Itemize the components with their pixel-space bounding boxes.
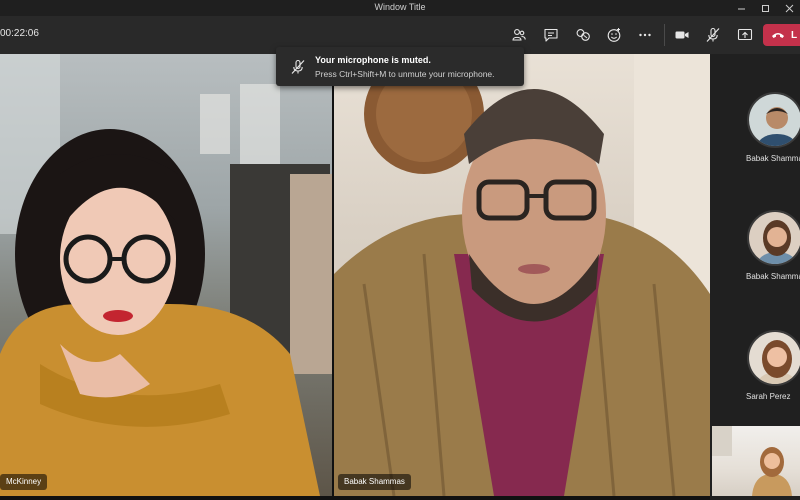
more-icon — [639, 33, 651, 37]
mute-notification: Your microphone is muted. Press Ctrl+Shi… — [276, 47, 524, 86]
self-video-preview — [712, 426, 792, 496]
phone-hangup-icon — [772, 33, 784, 38]
participant-name: Babak Shamma — [746, 272, 800, 281]
roster-participant[interactable]: Sarah Perez — [710, 330, 800, 410]
mic-off-icon — [706, 27, 720, 42]
participant-roster: Babak Shamma Babak Shamma Sarah Perez — [710, 54, 800, 500]
leave-label: L — [791, 29, 798, 41]
close-window-button[interactable] — [777, 0, 800, 16]
participant-name-tag: Babak Shammas — [338, 474, 411, 490]
reactions-icon — [607, 28, 621, 42]
camera-toggle-button[interactable] — [673, 26, 691, 44]
notification-message: Press Ctrl+Shift+M to unmute your microp… — [315, 69, 495, 79]
roster-participant[interactable]: Babak Shamma — [710, 92, 800, 172]
raise-hand-button[interactable] — [574, 26, 592, 44]
share-screen-icon — [737, 28, 753, 41]
avatar — [747, 210, 800, 266]
title-bar: Window Title — [0, 0, 800, 16]
video-tile-left[interactable]: McKinney — [0, 54, 332, 496]
leave-button[interactable]: L — [763, 24, 800, 46]
window-title: Window Title — [374, 2, 426, 12]
avatar — [747, 92, 800, 148]
participant-video-woman — [0, 54, 332, 496]
video-stage: McKinney Babak Shammas — [0, 54, 710, 500]
close-icon — [785, 4, 793, 12]
mic-off-icon — [291, 59, 305, 74]
maximize-icon — [761, 4, 769, 12]
minimize-button[interactable] — [729, 0, 753, 16]
minimize-icon — [737, 8, 745, 9]
participants-button[interactable] — [510, 26, 528, 44]
reactions-button[interactable] — [605, 26, 623, 44]
participant-name-tag: McKinney — [0, 474, 48, 490]
roster-participant[interactable]: Babak Shamma — [710, 210, 800, 290]
participant-name: Babak Shamma — [746, 154, 800, 163]
toolbar-divider — [664, 24, 665, 46]
video-tile-right[interactable]: Babak Shammas — [334, 54, 710, 496]
more-options-button[interactable] — [636, 26, 654, 44]
chat-button[interactable] — [542, 26, 560, 44]
maximize-button[interactable] — [753, 0, 777, 16]
camera-icon — [675, 31, 689, 39]
meeting-timer: 00:22:06 — [0, 28, 39, 39]
share-screen-button[interactable] — [736, 26, 754, 44]
raise-hand-icon — [576, 29, 590, 41]
notification-title: Your microphone is muted. — [315, 55, 431, 65]
participant-video-man — [334, 54, 710, 496]
people-icon — [512, 29, 526, 41]
mic-toggle-button[interactable] — [704, 26, 722, 44]
participant-name: Sarah Perez — [746, 392, 791, 401]
self-view-video[interactable] — [712, 426, 800, 496]
avatar — [747, 330, 800, 386]
chat-icon — [544, 28, 558, 42]
